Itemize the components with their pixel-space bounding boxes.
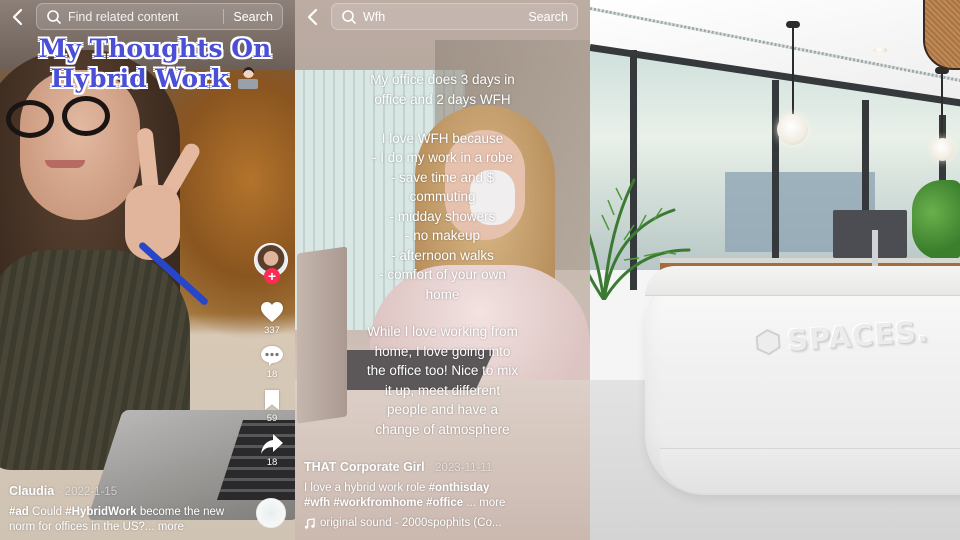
caption-text: I love a hybrid work role #onthisday #wfh… — [304, 481, 549, 511]
sound-name: original sound - 2000spophits (Co... — [320, 517, 502, 529]
search-icon — [47, 9, 61, 24]
caption-fragment: ... — [463, 497, 476, 509]
author-name[interactable]: Claudia — [9, 484, 54, 498]
hexagon-logo-icon — [755, 329, 781, 356]
reception-desk-base — [660, 448, 960, 493]
caption-text: #ad Could #HybridWork become the new nor… — [9, 505, 249, 535]
search-button[interactable]: Search — [224, 10, 282, 24]
comment-count: 18 — [266, 369, 278, 380]
overlay-text-line: - afternoon walks — [391, 247, 494, 263]
back-button[interactable] — [305, 8, 321, 26]
overlay-text-line: home — [425, 286, 460, 302]
hashtag[interactable]: #HybridWork — [65, 506, 136, 518]
overlay-text-line: - comfort of your own — [379, 267, 506, 282]
hashtag[interactable]: #office — [426, 497, 463, 509]
overlay-text-line — [340, 109, 545, 129]
share-button[interactable]: 18 — [260, 433, 284, 468]
comment-button[interactable]: 18 — [260, 345, 284, 380]
hashtag[interactable]: #workfromhome — [333, 497, 422, 509]
video-panel-that-corporate-girl: My office does 3 days in office and 2 day… — [295, 0, 590, 540]
post-date-value: 2023-11-11 — [435, 462, 493, 474]
comment-icon — [261, 346, 283, 366]
video-panel-claudia: My Thoughts On Hybrid Work Search + 337 … — [0, 0, 295, 540]
search-input[interactable] — [357, 9, 520, 24]
video-person-mouth — [45, 160, 85, 168]
overlay-text-line: change of atmosphere — [375, 421, 510, 437]
glasses-lens-right — [62, 96, 110, 136]
save-count: 59 — [266, 413, 278, 424]
search-icon — [342, 9, 356, 24]
video-text-overlay-2: While I love working from home, I love go… — [340, 322, 545, 439]
overlay-text-line: commuting — [409, 189, 476, 204]
search-bar[interactable]: Search — [331, 3, 578, 30]
author-line: THAT Corporate Girl · 2023-11-11 — [304, 460, 549, 474]
lamp-cord — [941, 73, 943, 141]
like-button[interactable]: 337 — [260, 301, 284, 336]
title-line-2: Hybrid Work — [50, 64, 229, 93]
music-disc[interactable] — [256, 498, 286, 528]
computer-monitor — [833, 210, 907, 258]
lamp-cord — [792, 27, 794, 117]
video-person-hand — [125, 185, 180, 260]
bookmark-icon — [265, 390, 279, 410]
search-input[interactable] — [62, 9, 224, 24]
heart-icon — [261, 302, 283, 322]
globe-pendant-light — [931, 138, 954, 161]
search-bar[interactable]: Search — [36, 3, 283, 30]
hashtag[interactable]: #ad — [9, 506, 29, 518]
overlay-text-line: - midday showers — [389, 208, 496, 224]
overlay-text-line: My office does 3 days in — [370, 72, 515, 87]
office-photo-panel: SPACES. — [590, 0, 960, 540]
downlight — [873, 47, 887, 53]
overlay-text-line: - no makeup — [404, 228, 481, 243]
music-note-icon — [304, 517, 315, 529]
overlay-text-line: - I do my work in a robe — [371, 150, 514, 165]
title-line-1: My Thoughts On — [38, 34, 272, 63]
video-caption: Claudia · 2022-1-15 #ad Could #HybridWor… — [9, 484, 249, 535]
reception-desk-top — [645, 266, 960, 296]
chevron-left-icon — [307, 8, 318, 26]
post-date: · 2022-1-15 — [57, 486, 118, 498]
action-rail: + 337 18 59 18 — [252, 243, 292, 477]
caption-fragment: I love a hybrid work role — [304, 482, 429, 494]
creator-avatar-button[interactable]: + — [254, 243, 290, 284]
window-mullion — [772, 80, 779, 270]
technologist-emoji-icon — [237, 67, 259, 89]
hashtag[interactable]: #onthisday — [429, 482, 490, 494]
share-arrow-icon — [261, 434, 283, 454]
hashtag[interactable]: #wfh — [304, 497, 330, 509]
overlay-text-line: office and 2 days WFH — [374, 91, 511, 107]
video-caption: THAT Corporate Girl · 2023-11-11 I love … — [304, 460, 549, 529]
post-date-value: 2022-1-15 — [64, 486, 118, 498]
overlay-text-line: it up, meet different — [384, 382, 501, 398]
globe-pendant-light — [777, 114, 808, 145]
search-button[interactable]: Search — [519, 10, 577, 24]
back-button[interactable] — [10, 8, 26, 26]
share-count: 18 — [266, 457, 278, 468]
outdoor-tree — [912, 180, 960, 260]
caption-fragment: Could — [28, 506, 66, 518]
overlay-text-line: I love WFH because — [381, 130, 504, 146]
overlay-text-line: the office too! Nice to mix — [366, 363, 519, 378]
overlay-text-line: - save time and $ — [390, 169, 495, 185]
save-button[interactable]: 59 — [260, 389, 284, 424]
follow-plus-icon[interactable]: + — [264, 268, 280, 284]
overlay-text-line: home, I love going into — [374, 343, 511, 359]
sound-link[interactable]: original sound - 2000spophits (Co... — [304, 517, 549, 529]
chevron-left-icon — [12, 8, 23, 26]
author-line: Claudia · 2022-1-15 — [9, 484, 249, 498]
author-name[interactable]: THAT Corporate Girl — [304, 460, 425, 474]
overlay-text-line: people and have a — [386, 402, 499, 417]
glasses-lens-left — [6, 100, 54, 138]
overlay-text-line: While I love working from — [367, 324, 518, 339]
video-text-overlay-1: My office does 3 days in office and 2 day… — [340, 70, 545, 304]
like-count: 337 — [264, 325, 280, 336]
more-link[interactable]: more — [476, 497, 505, 509]
post-date: · 2023-11-11 — [428, 462, 493, 474]
more-link[interactable]: more — [155, 521, 184, 533]
video-title-overlay: My Thoughts On Hybrid Work — [30, 34, 280, 94]
